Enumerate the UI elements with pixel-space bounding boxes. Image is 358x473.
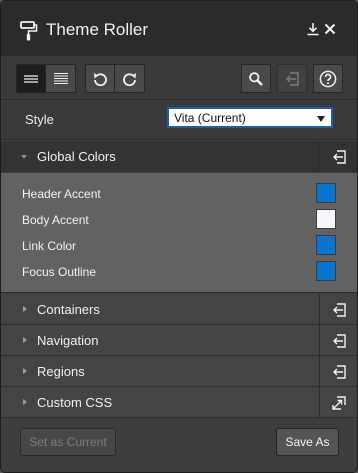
detailed-view-button[interactable] [46,64,76,93]
section-global-colors[interactable]: Global Colors [1,141,357,172]
search-icon [249,71,263,86]
section-navigation[interactable]: Navigation [1,325,357,356]
section-label: Global Colors [37,149,116,164]
style-select[interactable]: Vita (Current) [167,107,333,128]
footer: Set as Current Save As [1,419,357,472]
open-editor-button[interactable] [319,387,357,418]
reset-icon [332,364,346,379]
toolbar [1,56,357,100]
dialog-title: Theme Roller [46,20,149,39]
paint-roller-icon [20,21,38,41]
reset-icon [286,71,299,86]
view-mode-group [16,64,76,93]
close-icon[interactable] [323,22,337,36]
color-row-focus-outline: Focus Outline [1,259,357,285]
reset-all-button[interactable] [277,64,307,93]
simple-view-button[interactable] [16,64,46,93]
help-button[interactable] [313,64,343,93]
redo-button[interactable] [115,64,145,93]
color-row-body-accent: Body Accent [1,207,357,233]
search-button[interactable] [241,64,271,93]
section-regions[interactable]: Regions [1,356,357,387]
theme-roller-dialog: Theme Roller Style Vita (Current) Global… [0,0,358,473]
help-group [313,64,343,93]
list-view-icon [24,74,38,83]
color-label: Body Accent [22,213,89,227]
section-label: Custom CSS [37,395,113,410]
detail-view-icon [53,72,68,84]
external-editor-icon [331,395,346,410]
undo-button[interactable] [85,64,115,93]
search-group [241,64,271,93]
reset-icon [332,149,346,164]
chevron-right-icon [23,368,27,374]
color-label: Header Accent [22,187,101,201]
save-as-button[interactable]: Save As [276,428,339,456]
section-custom-css[interactable]: Custom CSS [1,387,357,418]
reset-section-button[interactable] [319,141,357,172]
color-label: Link Color [22,239,77,253]
history-group [85,64,145,93]
reset-section-button[interactable] [319,294,357,325]
reset-group [277,64,307,93]
section-label: Regions [37,364,85,379]
chevron-right-icon [23,337,27,343]
style-row: Style Vita (Current) [1,101,357,140]
section-label: Containers [37,302,100,317]
global-colors-panel: Header Accent Body Accent Link Color Foc… [1,173,357,293]
help-icon [319,70,337,87]
color-swatch[interactable] [316,183,336,203]
set-as-current-button[interactable]: Set as Current [20,428,116,456]
style-label: Style [25,112,54,127]
chevron-down-icon [317,116,325,122]
section-containers[interactable]: Containers [1,294,357,325]
style-select-value: Vita (Current) [174,111,246,125]
color-row-link-color: Link Color [1,233,357,259]
color-row-header-accent: Header Accent [1,181,357,207]
chevron-down-icon [21,155,27,159]
chevron-right-icon [23,306,27,312]
color-swatch[interactable] [316,209,336,229]
reset-icon [332,302,346,317]
reset-section-button[interactable] [319,356,357,387]
section-label: Navigation [37,333,99,348]
title-bar[interactable]: Theme Roller [1,1,357,56]
redo-icon [122,72,136,86]
reset-section-button[interactable] [319,325,357,356]
color-swatch[interactable] [316,261,336,281]
color-swatch[interactable] [316,235,336,255]
chevron-right-icon [23,399,27,405]
download-icon[interactable] [306,22,320,36]
reset-icon [332,333,346,348]
undo-icon [94,72,107,86]
color-label: Focus Outline [22,265,97,279]
